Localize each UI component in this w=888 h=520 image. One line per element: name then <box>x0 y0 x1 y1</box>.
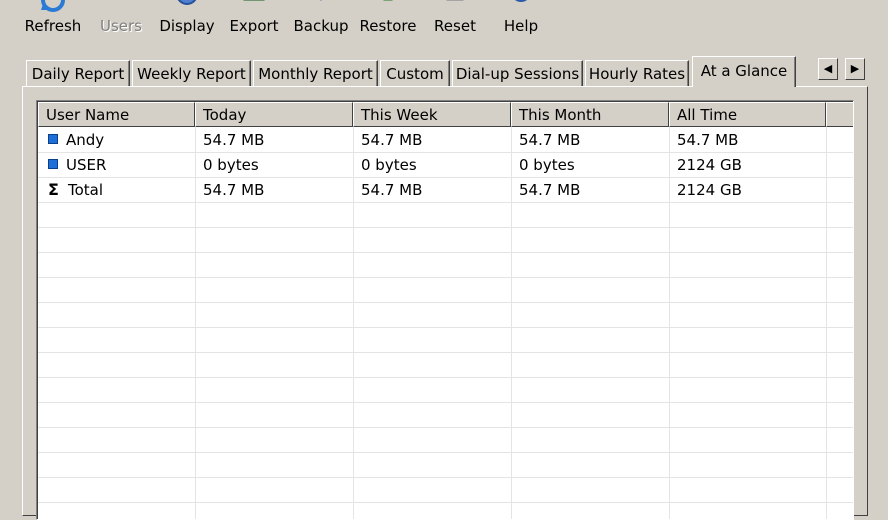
empty-row <box>38 303 853 328</box>
table-row-total[interactable]: Σ Total 54.7 MB 54.7 MB 54.7 MB 2124 GB <box>38 178 853 203</box>
reset-label: Reset <box>434 17 476 35</box>
users-button[interactable]: Users <box>96 0 146 44</box>
empty-row <box>38 228 853 253</box>
this-month-cell: 54.7 MB <box>519 181 581 199</box>
empty-row <box>38 428 853 453</box>
tab-daily-report[interactable]: Daily Report <box>26 60 130 86</box>
all-time-cell: 2124 GB <box>677 156 742 174</box>
report-tabs: Daily Report Weekly Report Monthly Repor… <box>22 56 802 87</box>
user-name-cell: Andy <box>38 128 195 152</box>
column-header-user-name[interactable]: User Name <box>38 102 195 127</box>
all-time-cell: 54.7 MB <box>677 131 739 149</box>
this-week-cell: 0 bytes <box>361 156 417 174</box>
this-week-cell: 54.7 MB <box>361 131 423 149</box>
this-week-cell: 54.7 MB <box>361 181 423 199</box>
reset-button[interactable]: Reset <box>429 0 481 44</box>
empty-row <box>38 253 853 278</box>
this-month-cell: 0 bytes <box>519 156 575 174</box>
tab-scroll-left-button[interactable]: ◀ <box>818 58 838 80</box>
empty-row <box>38 403 853 428</box>
empty-row <box>38 203 853 228</box>
refresh-button[interactable]: Refresh <box>22 0 84 44</box>
empty-row <box>38 378 853 403</box>
display-label: Display <box>159 17 215 35</box>
tab-hourly-rates[interactable]: Hourly Rates <box>585 60 689 86</box>
column-header-today[interactable]: Today <box>195 102 353 127</box>
display-button[interactable]: Display <box>158 0 216 44</box>
backup-button[interactable]: Backup <box>292 0 350 44</box>
tab-custom[interactable]: Custom <box>380 60 450 86</box>
backup-icon <box>320 0 322 1</box>
arrow-left-icon: ◀ <box>823 62 833 75</box>
empty-row <box>38 328 853 353</box>
sigma-icon: Σ <box>48 180 59 199</box>
empty-row <box>38 278 853 303</box>
usage-table[interactable]: User Name Today This Week This Month All… <box>36 100 854 520</box>
table-row[interactable]: Andy 54.7 MB 54.7 MB 54.7 MB 54.7 MB <box>38 128 853 153</box>
empty-row <box>38 353 853 378</box>
users-icon <box>107 0 135 14</box>
help-button[interactable]: Help <box>500 0 542 44</box>
arrow-right-icon: ▶ <box>850 62 860 75</box>
toolbar: Refresh Users Display Export Backup Rest… <box>0 0 888 44</box>
today-cell: 54.7 MB <box>203 131 265 149</box>
user-square-icon <box>48 159 58 169</box>
refresh-label: Refresh <box>24 17 82 35</box>
tab-at-a-glance[interactable]: At a Glance <box>692 56 796 87</box>
restore-label: Restore <box>359 17 417 35</box>
refresh-icon <box>41 0 65 12</box>
today-cell: 0 bytes <box>203 156 259 174</box>
help-icon <box>515 0 527 2</box>
reset-icon <box>446 0 464 1</box>
export-button[interactable]: Export <box>227 0 281 44</box>
user-square-icon <box>48 134 58 144</box>
empty-row <box>38 453 853 478</box>
restore-icon <box>383 0 393 1</box>
column-header-filler <box>826 102 853 127</box>
restore-button[interactable]: Restore <box>356 0 420 44</box>
tab-dial-up-sessions[interactable]: Dial-up Sessions <box>452 60 583 86</box>
display-icon <box>177 0 197 5</box>
column-header-all-time[interactable]: All Time <box>669 102 826 127</box>
backup-label: Backup <box>293 17 349 35</box>
this-month-cell: 54.7 MB <box>519 131 581 149</box>
all-time-cell: 2124 GB <box>677 181 742 199</box>
table-row[interactable]: USER 0 bytes 0 bytes 0 bytes 2124 GB <box>38 153 853 178</box>
tab-weekly-report[interactable]: Weekly Report <box>132 60 251 86</box>
empty-row <box>38 478 853 503</box>
today-cell: 54.7 MB <box>203 181 265 199</box>
column-header-this-month[interactable]: This Month <box>511 102 669 127</box>
column-header-this-week[interactable]: This Week <box>353 102 511 127</box>
export-icon <box>243 0 265 1</box>
tab-monthly-report[interactable]: Monthly Report <box>253 60 378 86</box>
user-name-cell: USER <box>38 153 195 177</box>
user-name-cell: Σ Total <box>48 180 104 199</box>
tab-scroll-right-button[interactable]: ▶ <box>845 58 865 80</box>
export-label: Export <box>229 17 279 35</box>
help-label: Help <box>503 17 539 35</box>
users-label: Users <box>99 17 142 35</box>
